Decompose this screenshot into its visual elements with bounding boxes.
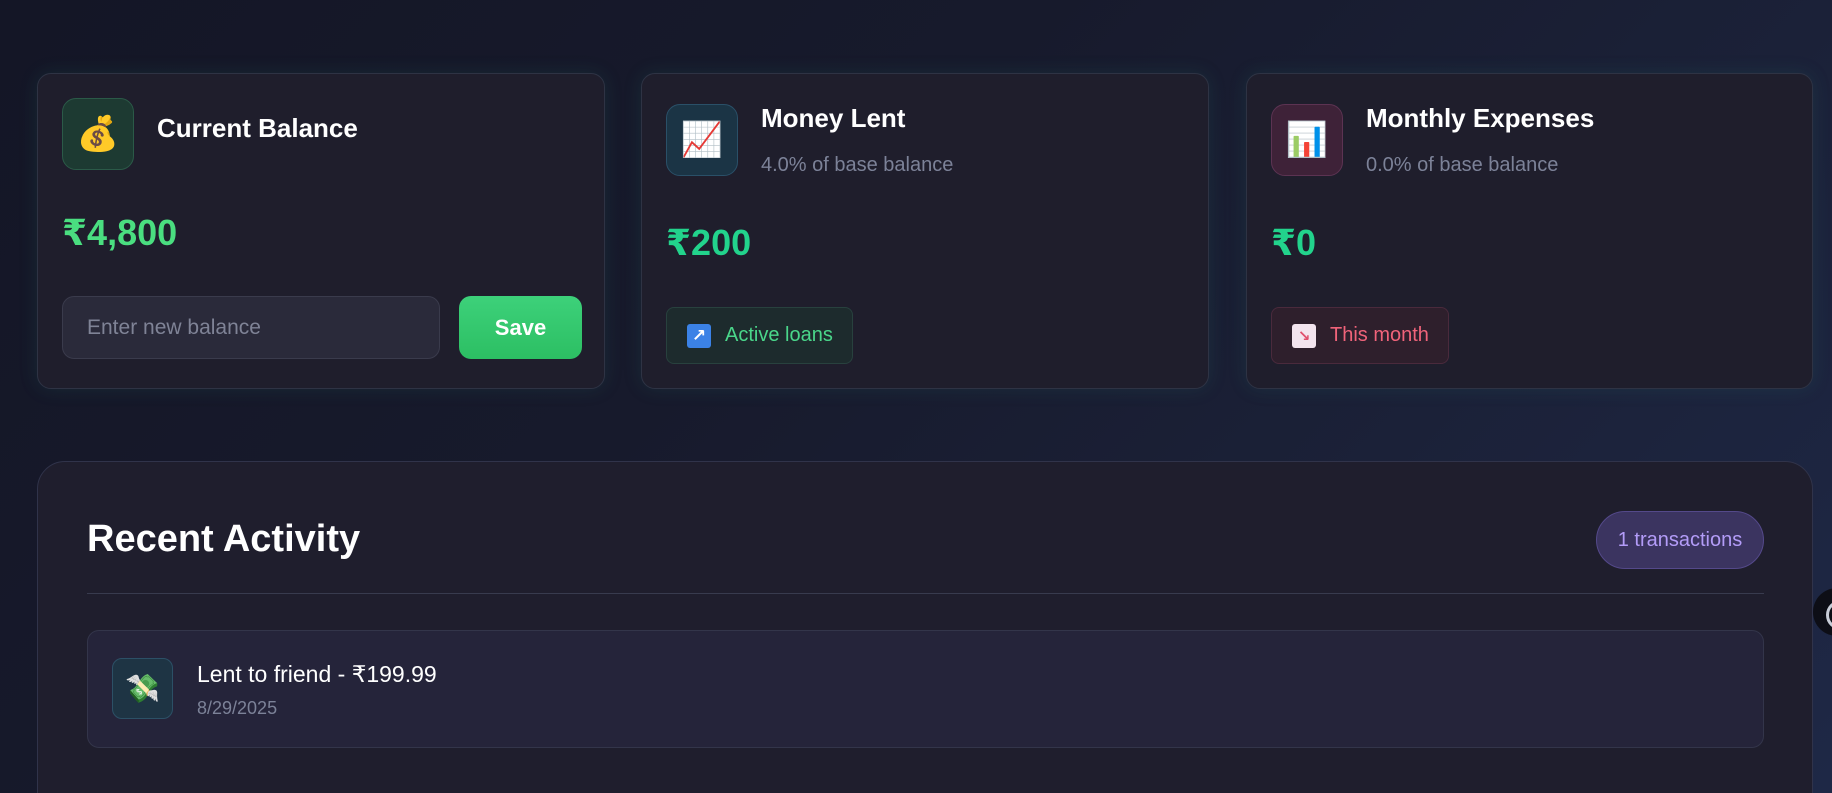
money-with-wings-icon: 💸 [112,658,173,719]
balance-card-title: Current Balance [157,113,358,143]
this-month-badge: ↘ This month [1271,307,1449,364]
this-month-label: This month [1330,324,1429,346]
monthly-expenses-amount: ₹0 [1271,222,1317,263]
transaction-count-badge: 1 transactions [1596,511,1764,569]
money-with-wings-glyph: 💸 [125,672,160,705]
money-lent-amount: ₹200 [666,222,752,263]
money-lent-card: 📈 Money Lent 4.0% of base balance ₹200 ↗… [641,73,1209,389]
transaction-description: Lent to friend - ₹199.99 [197,661,437,687]
transaction-date: 8/29/2025 [197,698,278,718]
transaction-row[interactable]: 💸 Lent to friend - ₹199.99 8/29/2025 [87,630,1764,748]
money-lent-title: Money Lent [761,103,906,133]
active-loans-badge: ↗ Active loans [666,307,853,364]
money-bag-icon: 💰 [62,98,134,170]
save-balance-button[interactable]: Save [459,296,582,359]
current-balance-card: 💰 Current Balance ₹4,800 Save [37,73,605,389]
chart-increasing-icon: 📈 [666,104,738,176]
new-balance-input[interactable] [62,296,440,359]
arrow-up-right-icon: ↗ [687,323,711,348]
bar-chart-icon: 📊 [1271,104,1343,176]
bar-chart-glyph: 📊 [1285,120,1329,160]
active-loans-label: Active loans [725,324,833,346]
balance-amount: ₹4,800 [62,212,178,253]
chart-increasing-glyph: 📈 [680,120,724,160]
monthly-expenses-title: Monthly Expenses [1366,103,1595,133]
recent-activity-panel: Recent Activity 1 transactions 💸 Lent to… [37,461,1813,793]
money-bag-glyph: 💰 [76,114,120,154]
monthly-expenses-card: 📊 Monthly Expenses 0.0% of base balance … [1246,73,1813,389]
recent-activity-title: Recent Activity [87,518,361,560]
money-lent-subtitle: 4.0% of base balance [761,154,954,176]
chart-decreasing-icon: ↘ [1292,323,1316,348]
activity-divider [87,593,1764,594]
floating-assistant-button[interactable] [1813,588,1832,636]
monthly-expenses-subtitle: 0.0% of base balance [1366,154,1559,176]
